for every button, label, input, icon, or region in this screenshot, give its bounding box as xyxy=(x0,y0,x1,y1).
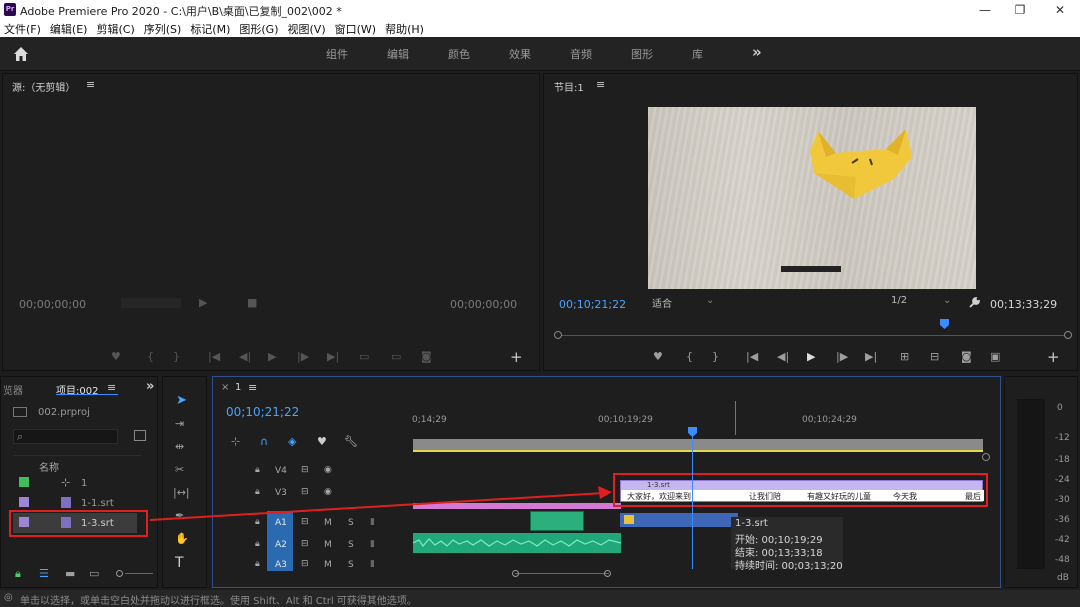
meter-label: -48 xyxy=(1055,555,1070,565)
audio-meter-panel: 0 -12 -18 -24 -30 -36 -42 -48 dB xyxy=(1004,376,1078,588)
status-message: 单击以选择，或单击空白处并拖动以进行框选。使用 Shift、Alt 和 Ctrl… xyxy=(20,596,417,607)
meter-label: dB xyxy=(1057,573,1069,583)
meter-label: 0 xyxy=(1057,403,1063,413)
meter-label: -12 xyxy=(1055,433,1070,443)
meter-label: -24 xyxy=(1055,475,1070,485)
meter-label: -42 xyxy=(1055,535,1070,545)
annotation-arrow xyxy=(149,486,612,521)
level-meter-bars xyxy=(1017,399,1045,569)
status-icon: ◎ xyxy=(4,592,13,603)
meter-label: -36 xyxy=(1055,515,1070,525)
meter-label: -18 xyxy=(1055,455,1070,465)
meter-label: -30 xyxy=(1055,495,1070,505)
status-bar: ◎ 单击以选择，或单击空白处并拖动以进行框选。使用 Shift、Alt 和 Ct… xyxy=(0,590,1080,607)
